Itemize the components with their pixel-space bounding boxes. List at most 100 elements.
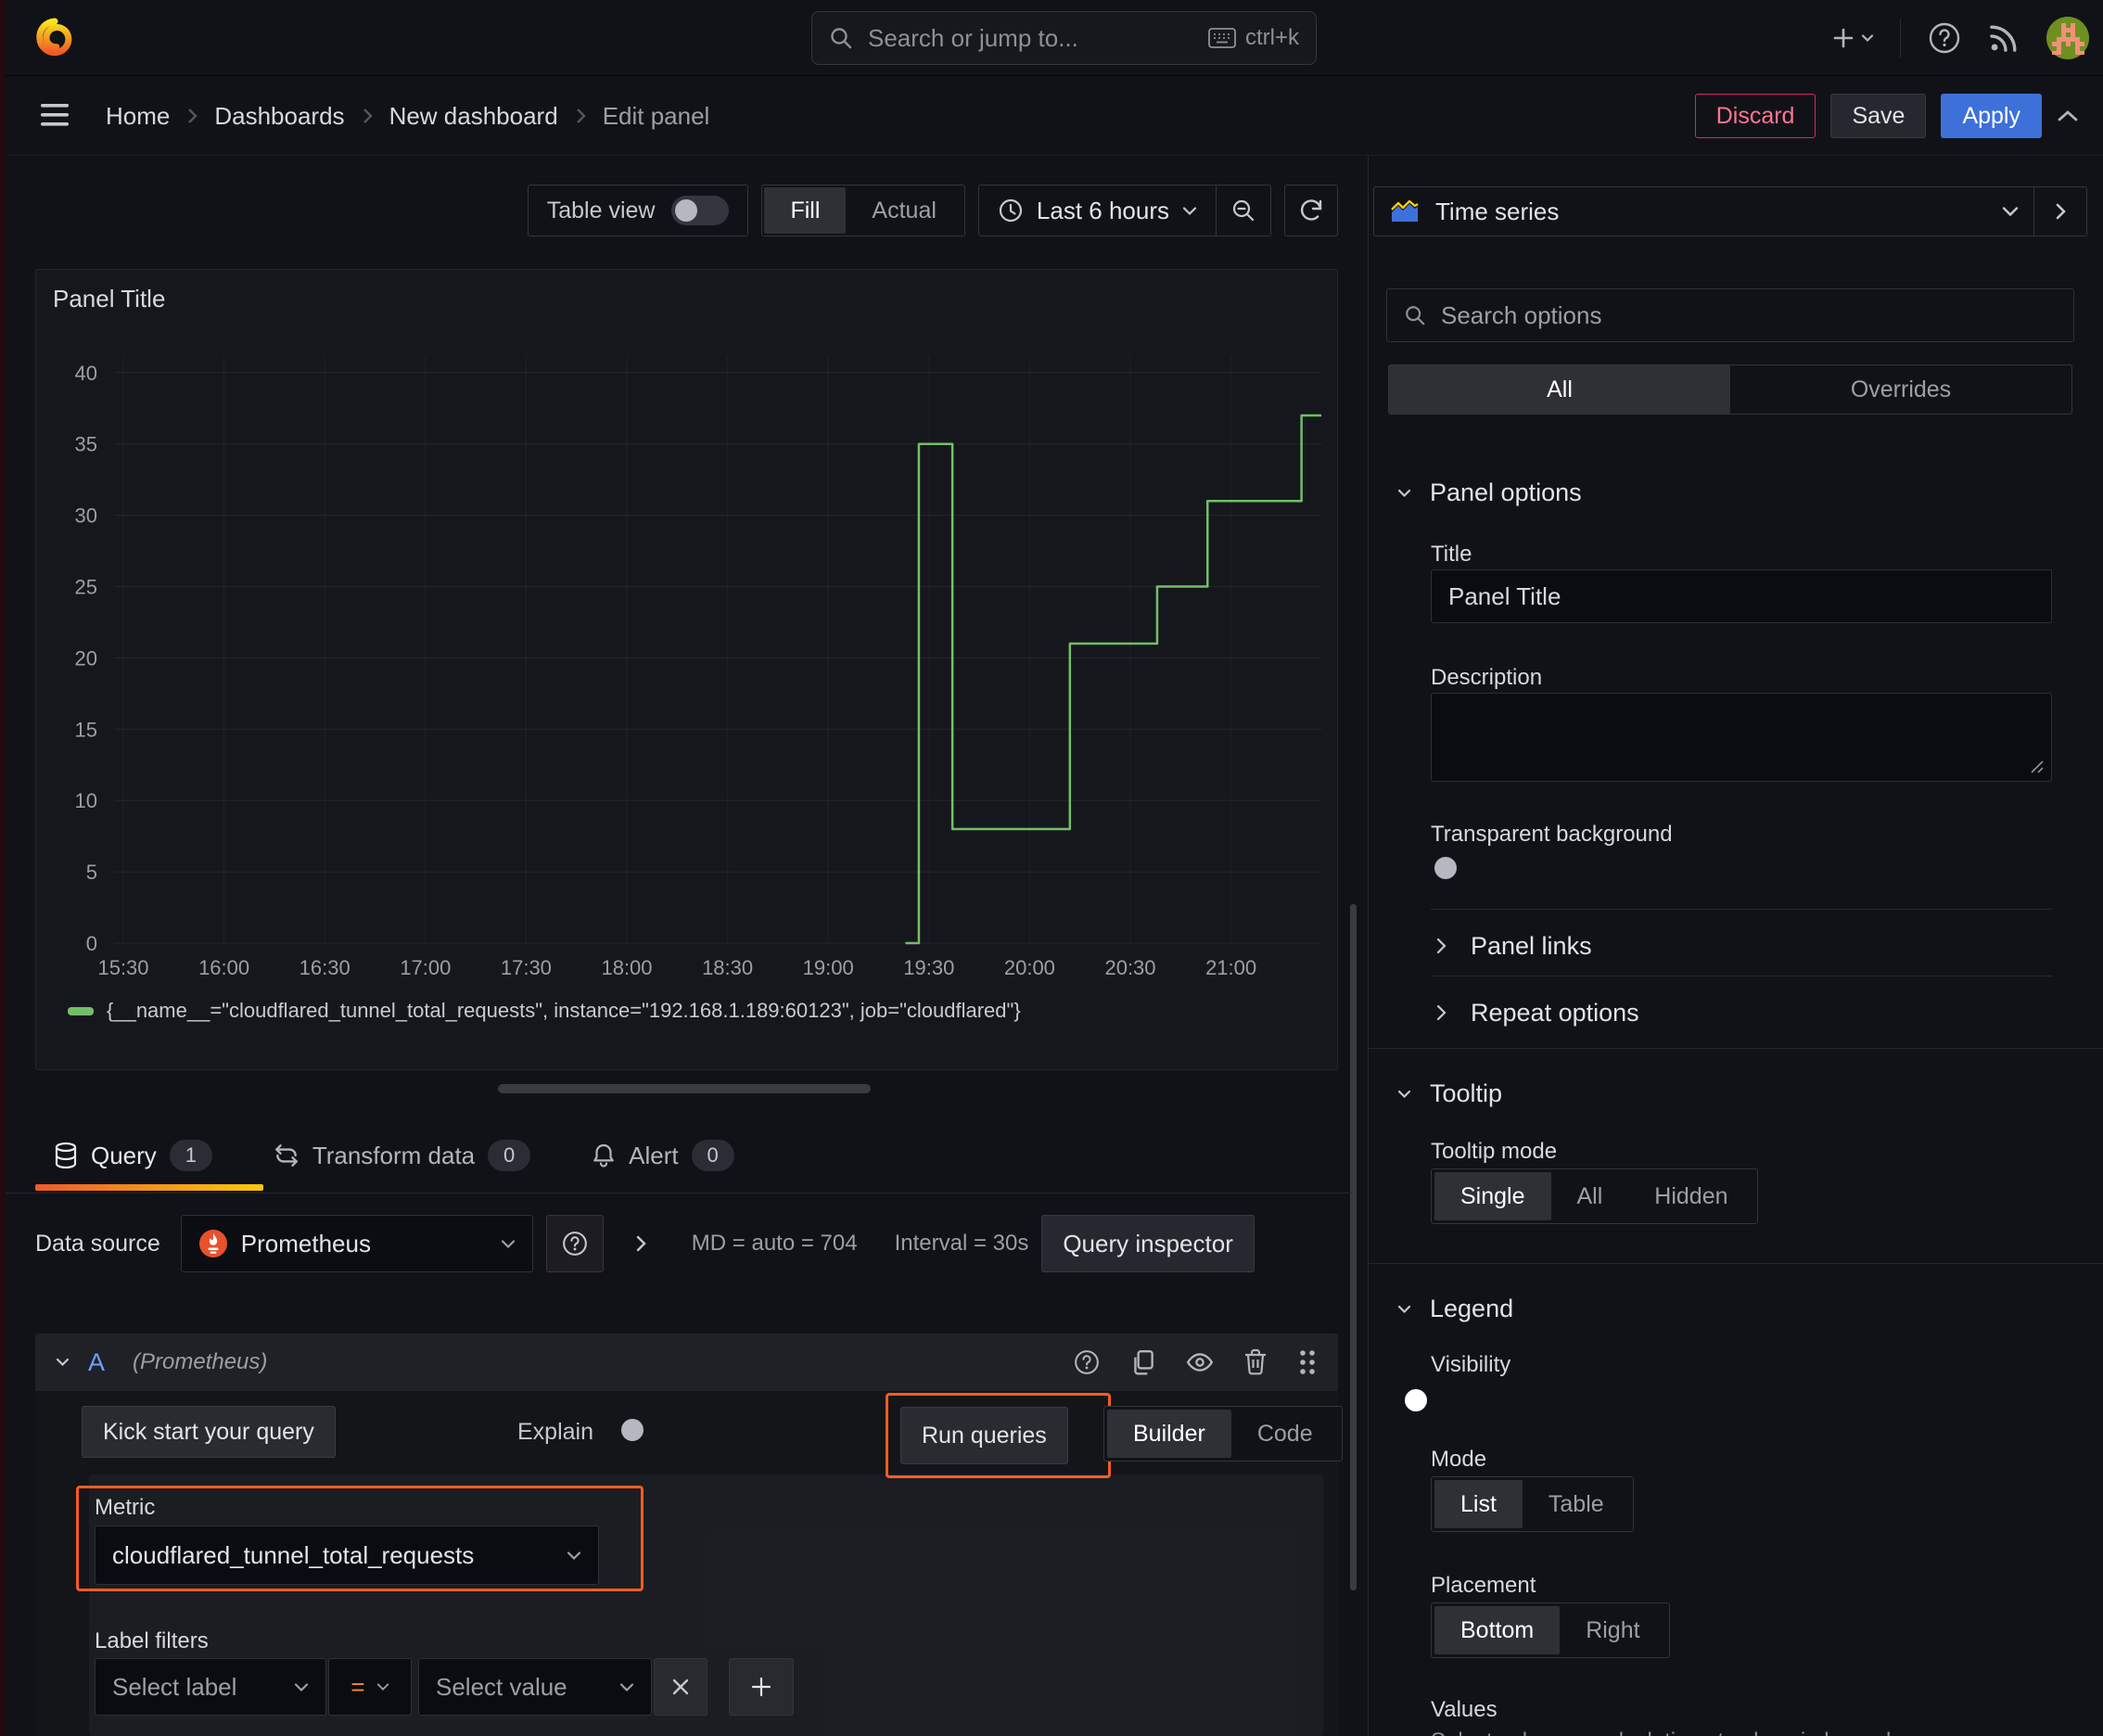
- apply-button[interactable]: Apply: [1941, 94, 2042, 138]
- tooltip-mode-single[interactable]: Single: [1434, 1172, 1551, 1220]
- tab-alert[interactable]: Alert 0: [592, 1140, 734, 1171]
- visualization-select[interactable]: Time series: [1374, 187, 2033, 236]
- tooltip-mode-all[interactable]: All: [1551, 1172, 1629, 1220]
- eye-icon[interactable]: [1186, 1351, 1214, 1373]
- chevron-down-icon[interactable]: [56, 1358, 70, 1367]
- placement-right[interactable]: Right: [1560, 1606, 1665, 1654]
- discard-button[interactable]: Discard: [1694, 94, 1816, 138]
- menu-icon[interactable]: [39, 101, 70, 129]
- plus-icon: [751, 1677, 771, 1697]
- panel-links-section[interactable]: Panel links: [1436, 922, 1592, 970]
- add-button[interactable]: [1831, 26, 1874, 50]
- explain-label: Explain: [517, 1419, 593, 1445]
- add-filter-button[interactable]: [729, 1658, 794, 1716]
- global-search-input[interactable]: Search or jump to... ctrl+k: [811, 11, 1317, 65]
- legend-mode-list[interactable]: List: [1434, 1480, 1523, 1528]
- help-icon[interactable]: [1927, 20, 1962, 56]
- search-options-input[interactable]: Search options: [1386, 288, 2074, 342]
- edit-actions: Discard Save Apply: [1694, 94, 2079, 138]
- topbar-divider: [1900, 19, 1901, 57]
- select-label-dropdown[interactable]: Select label: [95, 1658, 326, 1716]
- datasource-row: Data source Prometheus MD = auto = 704 I…: [35, 1215, 1338, 1272]
- chevron-right-icon[interactable]: [635, 1234, 647, 1253]
- svg-text:17:30: 17:30: [501, 956, 552, 979]
- resize-handle-icon[interactable]: [2031, 760, 2044, 773]
- collapse-options-button[interactable]: [2034, 187, 2086, 236]
- chart-legend[interactable]: {__name__="cloudflared_tunnel_total_requ…: [68, 999, 1021, 1023]
- tab-alert-count: 0: [691, 1140, 734, 1171]
- panel-options-header[interactable]: Panel options: [1397, 479, 1582, 507]
- placement-bottom[interactable]: Bottom: [1434, 1606, 1561, 1654]
- copy-icon[interactable]: [1130, 1348, 1156, 1376]
- legend-label[interactable]: {__name__="cloudflared_tunnel_total_requ…: [107, 999, 1021, 1023]
- panel-resize-handle[interactable]: [498, 1084, 871, 1093]
- database-icon: [54, 1142, 78, 1169]
- fill-option[interactable]: Fill: [764, 187, 847, 234]
- help-icon[interactable]: [1073, 1348, 1101, 1376]
- options-pane: Time series Search options All Overrides…: [1368, 156, 2103, 1736]
- grafana-logo-icon[interactable]: [33, 16, 76, 60]
- builder-option[interactable]: Builder: [1107, 1410, 1231, 1458]
- legend-mode-table[interactable]: Table: [1523, 1480, 1630, 1528]
- chevron-down-icon: [567, 1551, 581, 1561]
- time-series-chart[interactable]: 15:30 16:00 16:30 17:00 17:30 18:00 18:30 19:00…: [36, 270, 1337, 986]
- news-rss-icon[interactable]: [1988, 22, 2020, 54]
- tab-transform-count: 0: [488, 1140, 531, 1171]
- select-label-placeholder: Select label: [112, 1672, 237, 1701]
- tooltip-heading: Tooltip: [1430, 1079, 1503, 1107]
- svg-text:20:00: 20:00: [1004, 956, 1055, 979]
- tab-all[interactable]: All: [1389, 365, 1730, 414]
- chevron-up-icon[interactable]: [2057, 108, 2079, 123]
- kickstart-query-button[interactable]: Kick start your query: [82, 1406, 336, 1458]
- query-inspector-button[interactable]: Query inspector: [1041, 1215, 1255, 1272]
- refresh-button[interactable]: [1284, 185, 1338, 236]
- description-label: Description: [1431, 665, 1543, 690]
- tab-overrides[interactable]: Overrides: [1730, 365, 2071, 414]
- svg-text:35: 35: [75, 433, 97, 456]
- description-textarea[interactable]: [1431, 693, 2052, 782]
- tooltip-mode-hidden[interactable]: Hidden: [1628, 1172, 1753, 1220]
- editor-tabs: Query 1 Transform data 0 Alert 0: [54, 1130, 734, 1181]
- section-divider: [1369, 1048, 2103, 1049]
- shortcut-hint: ctrl+k: [1208, 25, 1299, 51]
- left-pane-scrollbar[interactable]: [1350, 904, 1357, 1590]
- select-value-dropdown[interactable]: Select value: [418, 1658, 652, 1716]
- breadcrumb-dashboards[interactable]: Dashboards: [214, 102, 344, 131]
- metric-select[interactable]: cloudflared_tunnel_total_requests: [95, 1525, 599, 1585]
- legend-header[interactable]: Legend: [1397, 1295, 1513, 1323]
- tooltip-header[interactable]: Tooltip: [1397, 1079, 1502, 1108]
- run-queries-button[interactable]: Run queries: [900, 1407, 1068, 1464]
- zoom-out-button[interactable]: [1217, 185, 1270, 236]
- metric-label: Metric: [95, 1495, 156, 1520]
- trash-icon[interactable]: [1243, 1348, 1268, 1376]
- max-datapoints-stat: MD = auto = 704: [691, 1231, 858, 1256]
- actual-option[interactable]: Actual: [846, 187, 962, 234]
- chevron-right-icon: [186, 108, 198, 124]
- user-avatar[interactable]: [2046, 16, 2090, 60]
- panel-title-input[interactable]: Panel Title: [1431, 569, 2052, 623]
- table-view-toggle[interactable]: [671, 196, 730, 225]
- code-option[interactable]: Code: [1231, 1410, 1339, 1458]
- tab-query[interactable]: Query 1: [54, 1140, 212, 1171]
- time-range-picker[interactable]: Last 6 hours: [979, 185, 1216, 236]
- breadcrumb-bar: Home Dashboards New dashboard Edit panel…: [0, 77, 2103, 156]
- panel-view-toolbar: Table view Fill Actual Last 6 hours: [35, 185, 1338, 236]
- operator-dropdown[interactable]: =: [328, 1658, 412, 1716]
- svg-text:40: 40: [75, 362, 97, 385]
- drag-handle-icon[interactable]: [1297, 1348, 1318, 1376]
- search-options-placeholder: Search options: [1441, 300, 1602, 329]
- remove-filter-button[interactable]: [654, 1658, 707, 1716]
- chart-panel: Panel Title 15:30 16:00 16:30 17:00 17:30 18:…: [35, 269, 1338, 1070]
- breadcrumb-home[interactable]: Home: [106, 102, 170, 131]
- datasource-picker[interactable]: Prometheus: [180, 1215, 533, 1272]
- datasource-help-button[interactable]: [545, 1215, 604, 1272]
- title-label: Title: [1431, 542, 1472, 567]
- query-row-header[interactable]: A (Prometheus): [35, 1334, 1338, 1391]
- chevron-down-icon: [1861, 34, 1874, 43]
- tab-transform-data[interactable]: Transform data 0: [274, 1140, 531, 1171]
- query-ref-id[interactable]: A: [88, 1348, 105, 1377]
- save-button[interactable]: Save: [1830, 94, 1927, 138]
- zoom-out-icon: [1232, 199, 1255, 222]
- breadcrumb-new-dashboard[interactable]: New dashboard: [389, 102, 558, 131]
- repeat-options-section[interactable]: Repeat options: [1436, 989, 1639, 1037]
